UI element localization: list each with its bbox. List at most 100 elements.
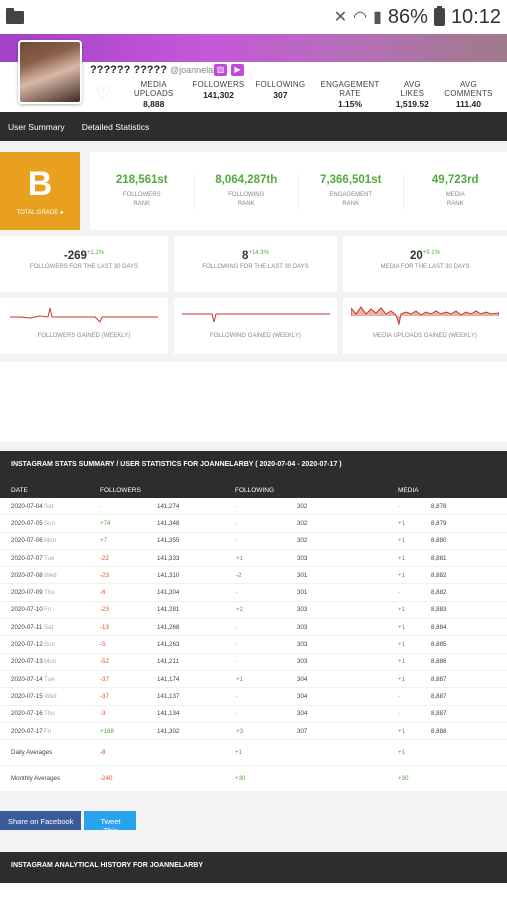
- cell-followers-delta: -3: [100, 710, 106, 718]
- rank-card: 7,366,501st ENGAGEMENT RANK: [299, 173, 404, 209]
- followers-change-card: -269+1.1% FOLLOWERS FOR THE LAST 30 DAYS: [0, 236, 168, 292]
- cell-day: Thu: [44, 589, 55, 597]
- cell-date: 2020-07-13: [11, 658, 43, 666]
- cell-following-delta: -: [236, 710, 239, 718]
- cell-following-delta: -: [236, 502, 239, 510]
- grade-letter: B: [27, 165, 53, 203]
- cell-media: 8,888: [431, 727, 447, 735]
- table-row: 2020-07-12 Sun -5 141,263 - 303 +1 8,885: [0, 636, 507, 654]
- header-stat-value: 1,519.52: [395, 99, 429, 109]
- table-row: 2020-07-16 Thu -3 141,134 - 304 - 8,887: [0, 706, 507, 723]
- cell-date: 2020-07-14: [11, 675, 43, 683]
- cell-media: 8,881: [431, 554, 447, 562]
- cell-following: 301: [297, 571, 308, 579]
- signal-icon: ▮: [373, 9, 382, 26]
- cell-followers-delta: -23: [100, 571, 109, 579]
- cell-date: 2020-07-07: [11, 554, 43, 562]
- video-icon[interactable]: ▶: [231, 64, 244, 76]
- cell-media: 8,880: [431, 537, 447, 545]
- table-row: 2020-07-08 Wed -23 141,310 -2 301 +1 8,882: [0, 567, 507, 585]
- table-row: 2020-07-15 Wed -37 141,137 - 304 - 8,887: [0, 688, 507, 706]
- cell-media: 8,887: [431, 675, 447, 683]
- empty-panel: [0, 362, 507, 442]
- cell-followers-delta: -22: [100, 554, 109, 562]
- cell-followers-delta: -6: [100, 589, 106, 597]
- header-stat-label: AVG COMMENTS: [444, 80, 493, 98]
- header-stat-value: 307: [273, 90, 288, 100]
- header-stat: ENGAGEMENT RATE 1.15%: [316, 80, 383, 109]
- cell-date: 2020-07-06: [11, 537, 43, 545]
- cell-followers: 141,134: [157, 710, 180, 718]
- cell-followers-delta: +7: [100, 537, 108, 545]
- cell-day: Wed: [44, 692, 57, 700]
- cell-following: 303: [297, 554, 308, 562]
- cell-following: 302: [297, 519, 308, 527]
- cell-media-delta: +1: [398, 519, 406, 527]
- media-change-card: 20+9.1% MEDIA FOR THE LAST 30 DAYS: [343, 236, 507, 292]
- cell-media-delta: -: [398, 710, 401, 718]
- share-facebook-button[interactable]: Share on Facebook: [0, 811, 82, 830]
- chart-icon[interactable]: ▥: [214, 64, 227, 76]
- stats-table-title: INSTAGRAM STATS SUMMARY / USER STATISTIC…: [0, 451, 507, 482]
- table-row: 2020-07-17 Fri +168 141,302 +3 307 +1 8,888: [0, 723, 507, 741]
- cell-following-delta: +2: [236, 606, 244, 614]
- header-stat-label: AVG LIKES: [400, 80, 425, 98]
- rank-label: FOLLOWING RANK: [228, 191, 265, 207]
- header-stats: MEDIA UPLOADS 8,888 FOLLOWERS 141,302 FOLLOW…: [126, 80, 507, 109]
- tab-detailed-statistics[interactable]: Detailed Statistics: [82, 122, 150, 132]
- header-stat-value: 111.40: [455, 99, 481, 109]
- cell-media-delta: +1: [398, 606, 406, 614]
- table-row: 2020-07-11 Sat -13 141,268 - 303 +1 8,884: [0, 619, 507, 637]
- cell-media-delta: -: [398, 502, 401, 510]
- rank-value: 218,561st: [115, 173, 168, 186]
- monthly-averages-row: Monthly Averages -240 +30 +30: [0, 766, 507, 793]
- history-panel: [0, 883, 507, 900]
- cell-media: 8,887: [431, 710, 447, 718]
- cell-followers-delta: -13: [100, 623, 109, 631]
- header-stat: FOLLOWERS 141,302: [192, 80, 244, 109]
- cell-followers-delta: -52: [100, 658, 109, 666]
- status-bar: ✕ ◠ ▮ 86% 10:12: [0, 0, 507, 34]
- following-change-card: 8+14.3% FOLLOWING FOR THE LAST 30 DAYS: [174, 236, 337, 292]
- cell-followers: 141,281: [157, 606, 180, 614]
- cell-media-delta: +1: [398, 641, 406, 649]
- cell-following-delta: -: [236, 658, 239, 666]
- cell-following-delta: +1: [236, 554, 244, 562]
- cell-followers: 141,274: [157, 502, 180, 510]
- rank-label: FOLLOWERS RANK: [122, 191, 161, 207]
- tab-user-summary[interactable]: User Summary: [8, 122, 65, 132]
- cell-following-delta: +3: [236, 727, 244, 735]
- cell-day: Sun: [44, 519, 56, 527]
- tweet-button[interactable]: Tweet This: [84, 811, 137, 835]
- cell-following-delta: -: [236, 641, 239, 649]
- header-stat: AVG COMMENTS 111.40: [441, 80, 496, 109]
- cell-day: Sat: [44, 502, 54, 510]
- cell-media-delta: -: [398, 692, 401, 700]
- cell-date: 2020-07-10: [11, 606, 43, 614]
- avg-media: +1: [398, 749, 406, 757]
- avatar: [18, 40, 82, 104]
- col-date: DATE: [11, 486, 28, 494]
- cell-date: 2020-07-16: [11, 710, 43, 718]
- cell-followers-delta: -37: [100, 692, 109, 700]
- cell-media-delta: +1: [398, 554, 406, 562]
- cell-media-delta: +1: [398, 675, 406, 683]
- rank-label: MEDIA RANK: [445, 191, 465, 207]
- following-sparkline-card: FOLLOWING GAINED (WEEKLY): [174, 298, 337, 354]
- media-sparkline: [351, 306, 499, 326]
- cell-media-delta: -: [398, 589, 401, 597]
- col-media: MEDIA: [398, 486, 419, 494]
- rank-card: 49,723rd MEDIA RANK: [404, 174, 507, 209]
- cell-followers: 141,174: [157, 675, 180, 683]
- cell-day: Fri: [44, 727, 52, 735]
- cell-media-delta: +1: [398, 571, 406, 579]
- table-row: 2020-07-05 Sun +74 141,348 - 302 +1 8,879: [0, 515, 507, 533]
- following-sparkline: [181, 313, 330, 323]
- cell-media: 8,882: [431, 571, 447, 579]
- cell-followers: 141,348: [157, 519, 180, 527]
- heart-icon[interactable]: ♡: [96, 84, 110, 104]
- cell-following: 307: [297, 727, 308, 735]
- cell-followers: 141,211: [157, 658, 179, 666]
- cell-media: 8,878: [431, 502, 447, 510]
- cell-followers-delta: -23: [100, 606, 109, 614]
